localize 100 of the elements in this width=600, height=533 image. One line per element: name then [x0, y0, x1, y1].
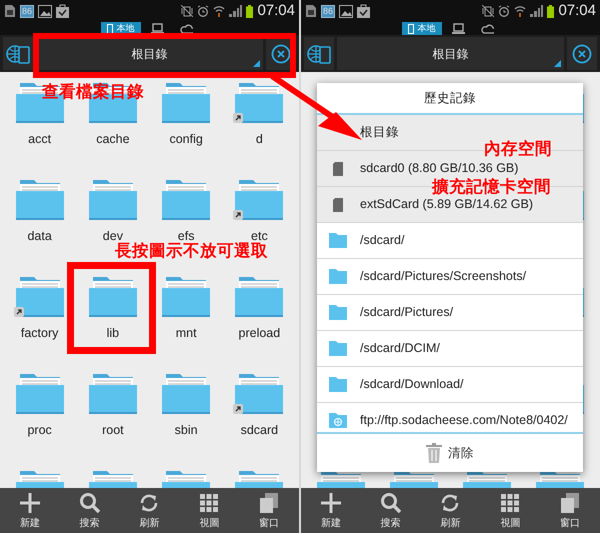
history-item[interactable]: /sdcard/Pictures/Screenshots/ [317, 259, 583, 295]
picture-icon [38, 4, 52, 18]
folder-icon[interactable] [160, 274, 212, 318]
folder-shortcut-icon[interactable] [233, 371, 286, 415]
computer-icon [452, 23, 464, 34]
alarm-clock-icon [197, 5, 210, 17]
folder-shortcut-icon[interactable] [233, 80, 286, 124]
window-button[interactable]: 窗口 [540, 488, 600, 533]
windows-icon [258, 492, 280, 514]
folder-icon[interactable] [14, 371, 66, 415]
folder-icon [328, 268, 348, 285]
clock-time: 07:04 [257, 0, 295, 21]
wifi-icon [514, 5, 526, 17]
windows-icon [559, 492, 582, 514]
battery-level-badge: 86 [20, 4, 34, 18]
refresh-button[interactable]: 刷新 [420, 488, 480, 533]
clear-button[interactable]: 清除 [317, 432, 583, 472]
dropdown-corner-icon [554, 60, 561, 67]
folder-icon[interactable] [86, 177, 139, 221]
picture-icon [339, 4, 354, 18]
folder-icon [328, 304, 348, 321]
folder-name: etc [251, 229, 268, 243]
vibrate-icon [482, 5, 494, 17]
folder-name: data [27, 229, 52, 244]
plus-icon [18, 492, 41, 514]
path-dropdown[interactable]: 根目錄 [337, 37, 564, 70]
folder-icon[interactable] [86, 274, 139, 318]
refresh-icon [138, 492, 160, 514]
phone-icon [106, 24, 112, 34]
folder-name: config [169, 132, 203, 147]
battery-level-badge: 86 [321, 4, 336, 18]
folder-name: cache [96, 132, 130, 147]
history-item[interactable]: /sdcard/Download/ [317, 367, 583, 403]
folder-icon[interactable] [160, 80, 212, 124]
signal-icon [530, 5, 544, 17]
cloud-icon [180, 23, 192, 34]
dropdown-corner-icon [253, 60, 260, 67]
globe-phone-icon [6, 42, 30, 64]
folder-name: mnt [176, 326, 197, 341]
search-button[interactable]: 搜索 [60, 488, 120, 533]
bag-check-icon [357, 4, 370, 18]
trash-icon [426, 443, 442, 463]
grid-icon [198, 492, 220, 514]
folder-icon[interactable] [160, 371, 212, 415]
close-icon [572, 44, 592, 64]
signal-icon [229, 5, 242, 17]
folder-shortcut-icon[interactable] [14, 274, 66, 318]
sd-card-icon [333, 198, 343, 212]
folder-name: root [102, 423, 124, 438]
history-item[interactable]: /sdcard/ [317, 223, 583, 259]
history-item[interactable]: /sdcard/DCIM/ [317, 331, 583, 367]
view-button[interactable]: 視圖 [179, 488, 240, 533]
refresh-icon [439, 492, 462, 514]
folder-shortcut-icon[interactable] [233, 177, 286, 221]
refresh-button[interactable]: 刷新 [120, 488, 180, 533]
computer-icon [150, 23, 164, 34]
wifi-icon [213, 5, 226, 17]
folder-name: proc [27, 423, 52, 438]
close-icon [271, 44, 291, 64]
folder-name: sdcard [240, 423, 278, 438]
folder-name: lib [106, 326, 120, 341]
search-icon [78, 492, 101, 514]
sim-card-icon [4, 4, 16, 18]
new-button[interactable]: 新建 [0, 488, 60, 533]
vibrate-icon [181, 5, 194, 17]
search-button[interactable]: 搜索 [360, 488, 421, 533]
view-button[interactable]: 視圖 [480, 488, 540, 533]
storage-switch-button[interactable] [304, 37, 334, 70]
history-item[interactable]: /sdcard/Pictures/ [317, 295, 583, 331]
history-item[interactable]: ftp://ftp.sodacheese.com/Note8/0402/ [317, 403, 583, 432]
search-icon [380, 492, 402, 514]
alarm-clock-icon [498, 5, 510, 17]
folder-name: preload [238, 326, 280, 341]
plus-icon [320, 492, 342, 514]
path-dropdown[interactable]: 根目錄 [36, 37, 263, 70]
network-folder-icon [328, 412, 348, 429]
folder-icon[interactable] [86, 371, 139, 415]
bag-check-icon [56, 4, 70, 18]
folder-icon[interactable] [160, 177, 212, 221]
folder-name: efs [178, 229, 194, 243]
folder-name: sbin [174, 423, 198, 438]
storage-switch-button[interactable] [3, 37, 33, 70]
phone-icon [408, 24, 414, 34]
globe-phone-icon [307, 42, 331, 64]
cloud-icon [480, 23, 494, 34]
folder-name: d [256, 132, 263, 147]
folder-name: dev [102, 229, 123, 243]
window-button[interactable]: 窗口 [239, 488, 299, 533]
location-tab[interactable]: 本地 [402, 22, 442, 35]
folder-name: acct [28, 132, 52, 147]
folder-icon[interactable] [233, 274, 286, 318]
battery-icon [547, 4, 554, 18]
clock-time: 07:04 [558, 0, 596, 21]
new-button[interactable]: 新建 [301, 488, 361, 533]
folder-icon [328, 340, 348, 357]
folder-icon[interactable] [14, 177, 66, 221]
battery-icon [246, 4, 254, 18]
close-button[interactable] [567, 37, 597, 70]
annotation-text: 長按圖示不放可選取 [115, 241, 268, 261]
folder-name: factory [20, 326, 58, 341]
